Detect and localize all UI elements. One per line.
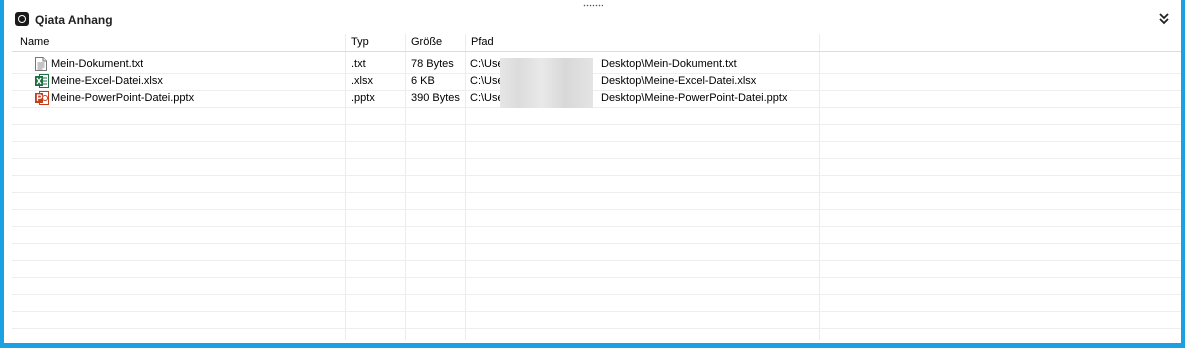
empty-row [12, 328, 1181, 343]
empty-row [12, 158, 1181, 176]
file-path-suffix: Desktop\Meine-PowerPoint-Datei.pptx [601, 92, 788, 104]
empty-row [12, 192, 1181, 210]
empty-row [12, 226, 1181, 244]
powerpoint-file-icon [35, 91, 49, 105]
table-row[interactable]: Meine-Excel-Datei.xlsx .xlsx 6 KB C:\Use… [12, 73, 1181, 91]
text-file-icon [35, 57, 47, 71]
file-size: 6 KB [411, 75, 435, 87]
file-name: Mein-Dokument.txt [51, 58, 144, 70]
empty-row [12, 243, 1181, 261]
column-header-typ[interactable]: Typ [351, 34, 369, 51]
column-header-name[interactable]: Name [20, 34, 49, 51]
qiata-logo-icon [15, 12, 29, 26]
table-row[interactable]: Meine-PowerPoint-Datei.pptx .pptx 390 By… [12, 90, 1181, 108]
file-type: .xlsx [351, 75, 373, 87]
file-path-suffix: Desktop\Mein-Dokument.txt [601, 58, 737, 70]
empty-row [12, 124, 1181, 142]
file-size: 78 Bytes [411, 58, 454, 70]
redacted-username [500, 58, 593, 108]
empty-row [12, 277, 1181, 295]
table-header: Name Typ Größe Pfad [12, 34, 1181, 52]
column-header-pfad[interactable]: Pfad [471, 34, 494, 51]
column-header-groesse[interactable]: Größe [411, 34, 442, 51]
empty-row [12, 209, 1181, 227]
resize-grip[interactable] [583, 4, 603, 7]
empty-row [12, 260, 1181, 278]
empty-row [12, 107, 1181, 125]
file-name: Meine-PowerPoint-Datei.pptx [51, 92, 195, 104]
panel-title: Qiata Anhang [35, 13, 113, 27]
empty-row [12, 175, 1181, 193]
empty-row [12, 311, 1181, 329]
excel-file-icon [35, 74, 49, 88]
file-type: .pptx [351, 92, 375, 104]
table-row[interactable]: Mein-Dokument.txt .txt 78 Bytes C:\Users… [12, 56, 1181, 74]
double-chevron-down-icon[interactable] [1157, 12, 1171, 26]
qiata-attachment-panel: Qiata Anhang Name Typ Größe Pfad Mein-Do… [4, 0, 1181, 343]
file-path-suffix: Desktop\Meine-Excel-Datei.xlsx [601, 75, 757, 87]
file-size: 390 Bytes [411, 92, 460, 104]
panel-header: Qiata Anhang [4, 10, 1181, 32]
file-name: Meine-Excel-Datei.xlsx [51, 75, 163, 87]
file-type: .txt [351, 58, 366, 70]
empty-row [12, 141, 1181, 159]
attachment-table: Name Typ Größe Pfad Mein-Dokument.txt .t… [12, 34, 1181, 340]
empty-row [12, 294, 1181, 312]
